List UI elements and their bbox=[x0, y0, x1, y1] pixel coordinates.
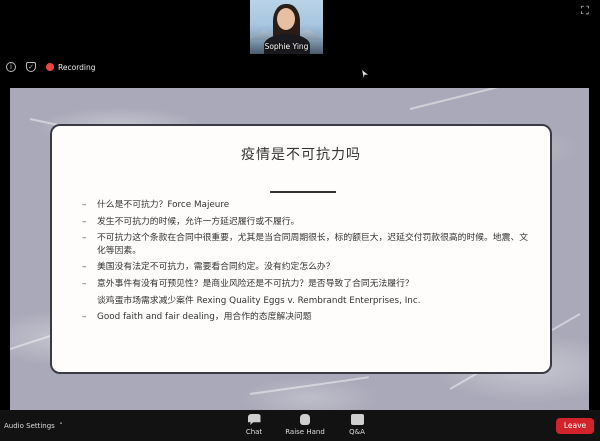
participant-video[interactable]: Sophie Ying bbox=[250, 0, 323, 54]
security-shield-icon[interactable]: ✓ bbox=[26, 62, 36, 72]
leaf-decoration bbox=[249, 376, 369, 395]
recording-dot-icon bbox=[46, 63, 54, 71]
bullet-item: – 什么是不可抗力？Force Majeure bbox=[82, 200, 230, 210]
bullet-item: – 美国没有法定不可抗力，需要看合同约定。没有约定怎么办？ bbox=[82, 262, 335, 273]
bullet-list: – 什么是不可抗力？Force Majeure – 发生不可抗力的时候，允许一方延迟… bbox=[82, 199, 532, 328]
chevron-up-icon: ˄ bbox=[57, 422, 63, 430]
qa-icon bbox=[350, 414, 364, 425]
participant-face bbox=[277, 8, 295, 30]
hand-icon bbox=[300, 414, 310, 425]
participant-name: Sophie Ying bbox=[264, 42, 309, 51]
info-icon[interactable]: i bbox=[6, 62, 16, 72]
audio-settings-button[interactable]: Audio Settings ˄ bbox=[4, 422, 63, 430]
shared-screen-slide: 疫情是不可抗力吗 – 什么是不可抗力？Force Majeure – 发生不可抗力的… bbox=[10, 88, 589, 410]
leave-button[interactable]: Leave bbox=[556, 418, 594, 434]
recording-indicator[interactable]: Recording bbox=[46, 63, 96, 72]
slide-content-card: 疫情是不可抗力吗 – 什么是不可抗力？Force Majeure – 发生不可抗力的… bbox=[50, 124, 552, 374]
chat-button[interactable]: Chat bbox=[234, 414, 274, 436]
chat-icon bbox=[247, 414, 261, 425]
leaf-decoration bbox=[409, 88, 566, 110]
bullet-item: – Good faith and fair dealing，用合作的态度解决问题 bbox=[82, 312, 312, 323]
recording-label: Recording bbox=[58, 62, 96, 72]
qa-button[interactable]: Q&A bbox=[337, 414, 377, 436]
raise-hand-button[interactable]: Raise Hand bbox=[285, 414, 325, 436]
bullet-item: – 意外事件有没有可预见性？是商业风险还是不可抗力？是否导致了合同无法履行？ bbox=[82, 278, 414, 289]
bullet-item: – 发生不可抗力的时候，允许一方延迟履行或不履行。 bbox=[82, 216, 300, 227]
meeting-info-bar: i ✓ Recording bbox=[0, 58, 600, 76]
title-divider bbox=[270, 191, 336, 193]
meeting-toolbar: Audio Settings ˄ Chat Raise Hand Q&A Lea… bbox=[0, 410, 600, 441]
bullet-subline: 谈鸡蛋市场需求减少案件 Rexing Quality Eggs v. Rembr… bbox=[97, 295, 421, 306]
bullet-item: – 不可抗力这个条款在合同中很重要，尤其是当合同周期很长，标的额巨大，迟延交付罚款… bbox=[82, 233, 529, 256]
slide-title: 疫情是不可抗力吗 bbox=[241, 147, 361, 163]
fullscreen-icon[interactable]: ⛶ bbox=[581, 5, 592, 16]
